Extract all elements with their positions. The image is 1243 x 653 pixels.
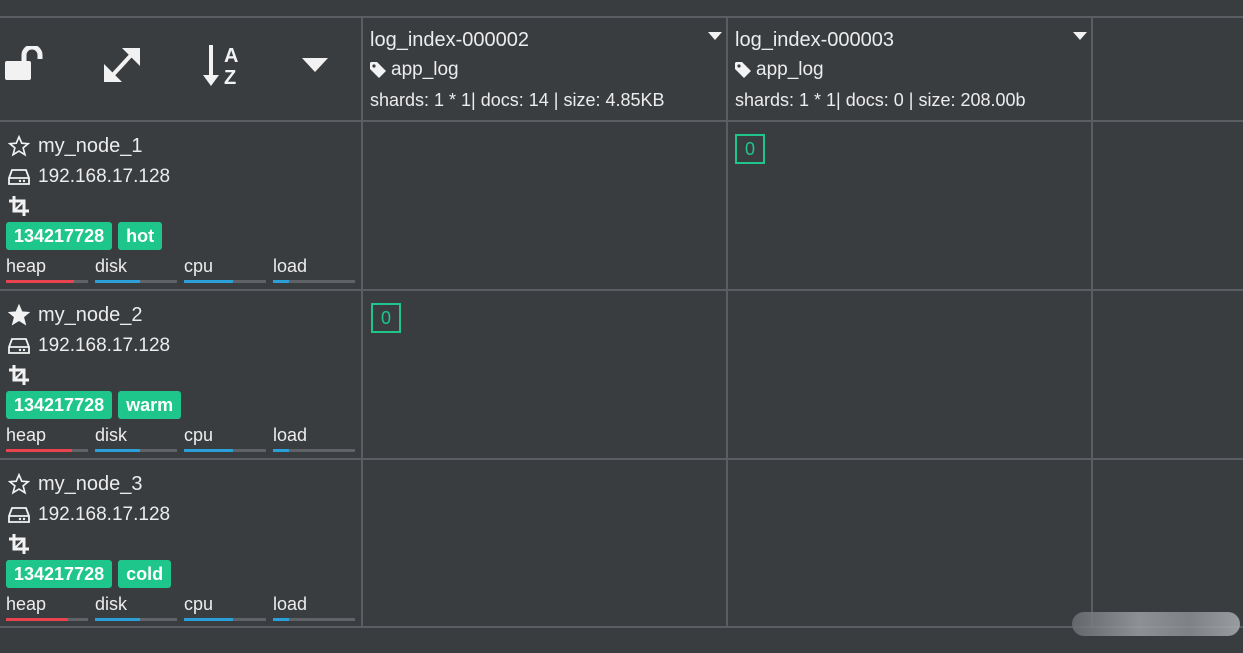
metric-label: heap <box>6 594 47 614</box>
column-divider <box>726 18 728 626</box>
sort-alpha-icon[interactable]: A Z <box>202 42 246 88</box>
cpu-metric: cpu <box>184 593 266 625</box>
node-title[interactable]: my_node_3 <box>8 472 143 496</box>
tag-icon <box>735 62 751 78</box>
disk-metric: disk <box>95 424 177 456</box>
hdd-icon <box>8 338 30 354</box>
node-id-badge: 134217728 <box>6 391 113 419</box>
heap-metric: heap <box>6 593 88 625</box>
node-row: my_node_3 192.168.17.128 134217728 cold … <box>0 460 362 628</box>
heap-bar <box>6 280 75 283</box>
shard-box[interactable]: 0 <box>371 303 401 333</box>
expand-icon[interactable] <box>102 46 142 84</box>
metric-label: heap <box>6 256 47 276</box>
heap-metric: heap <box>6 255 88 287</box>
index-alias: app_log <box>370 58 726 82</box>
crop-icon <box>9 196 29 221</box>
load-metric: load <box>273 255 355 287</box>
metric-label: disk <box>95 425 128 445</box>
crop-icon <box>9 365 29 390</box>
load-bar <box>273 449 290 452</box>
svg-text:A: A <box>224 45 238 67</box>
node-ip: 192.168.17.128 <box>8 334 170 358</box>
index-header[interactable]: log_index-000002 app_log shards: 1 * 1| … <box>364 18 726 120</box>
node-name[interactable]: my_node_1 <box>38 134 143 158</box>
node-ip: 192.168.17.128 <box>8 165 170 189</box>
hdd-icon <box>8 507 30 523</box>
metric-label: cpu <box>184 425 214 445</box>
index-name[interactable]: log_index-000003 <box>735 28 1091 52</box>
star-outline-icon <box>8 473 30 495</box>
cpu-bar <box>184 618 234 621</box>
node-title[interactable]: my_node_1 <box>8 134 143 158</box>
node-ip-address: 192.168.17.128 <box>38 166 171 187</box>
node-id-badge: 134217728 <box>6 560 113 588</box>
node-ip-address: 192.168.17.128 <box>38 335 171 356</box>
node-ip: 192.168.17.128 <box>8 503 170 527</box>
node-name[interactable]: my_node_3 <box>38 472 143 496</box>
cpu-metric: cpu <box>184 424 266 456</box>
caret-down-icon[interactable] <box>302 58 328 72</box>
cpu-bar <box>184 449 234 452</box>
cpu-bar <box>184 280 234 283</box>
heap-bar <box>6 449 72 452</box>
index-name[interactable]: log_index-000002 <box>370 28 726 52</box>
metric-label: load <box>273 256 308 276</box>
tier-badge: cold <box>118 560 172 588</box>
metric-label: heap <box>6 425 47 445</box>
load-bar <box>273 280 290 283</box>
watermark <box>1072 612 1240 636</box>
index-menu-caret-icon[interactable] <box>1073 32 1087 40</box>
index-header[interactable]: log_index-000003 app_log shards: 1 * 1| … <box>729 18 1091 120</box>
node-ip-address: 192.168.17.128 <box>38 504 171 525</box>
disk-bar <box>95 449 141 452</box>
shard-box[interactable]: 0 <box>735 134 765 164</box>
column-divider <box>1091 18 1093 626</box>
heap-bar <box>6 618 69 621</box>
metric-label: disk <box>95 256 128 276</box>
index-menu-caret-icon[interactable] <box>708 32 722 40</box>
index-alias: app_log <box>735 58 1091 82</box>
alias-label: app_log <box>391 59 459 80</box>
node-metrics: heap disk cpu load <box>6 593 356 625</box>
disk-metric: disk <box>95 255 177 287</box>
star-outline-icon <box>8 135 30 157</box>
metric-label: cpu <box>184 594 214 614</box>
metric-label: cpu <box>184 256 214 276</box>
node-metrics: heap disk cpu load <box>6 424 356 456</box>
disk-bar <box>95 280 141 283</box>
alias-label: app_log <box>756 59 824 80</box>
disk-bar <box>95 618 141 621</box>
crop-icon <box>9 534 29 559</box>
node-row: my_node_2 192.168.17.128 134217728 warm … <box>0 291 362 459</box>
tier-badge: warm <box>118 391 182 419</box>
load-metric: load <box>273 424 355 456</box>
index-stats: shards: 1 * 1| docs: 14 | size: 4.85KB <box>370 90 665 110</box>
node-metrics: heap disk cpu load <box>6 255 356 287</box>
svg-text:Z: Z <box>224 67 236 88</box>
node-name[interactable]: my_node_2 <box>38 303 143 327</box>
metric-label: disk <box>95 594 128 614</box>
metric-label: load <box>273 594 308 614</box>
cluster-grid: A Z log_index-000002 app_log shards: 1 *… <box>0 16 1243 628</box>
node-title[interactable]: my_node_2 <box>8 303 143 327</box>
tag-icon <box>370 62 386 78</box>
cpu-metric: cpu <box>184 255 266 287</box>
unlock-icon[interactable] <box>4 46 44 82</box>
metric-label: load <box>273 425 308 445</box>
node-row: my_node_1 192.168.17.128 134217728 hot h… <box>0 122 362 290</box>
heap-metric: heap <box>6 424 88 456</box>
star-filled-icon <box>8 304 30 326</box>
hdd-icon <box>8 169 30 185</box>
load-bar <box>273 618 290 621</box>
tier-badge: hot <box>118 222 163 250</box>
index-stats: shards: 1 * 1| docs: 0 | size: 208.00b <box>735 90 1026 110</box>
node-id-badge: 134217728 <box>6 222 113 250</box>
disk-metric: disk <box>95 593 177 625</box>
load-metric: load <box>273 593 355 625</box>
